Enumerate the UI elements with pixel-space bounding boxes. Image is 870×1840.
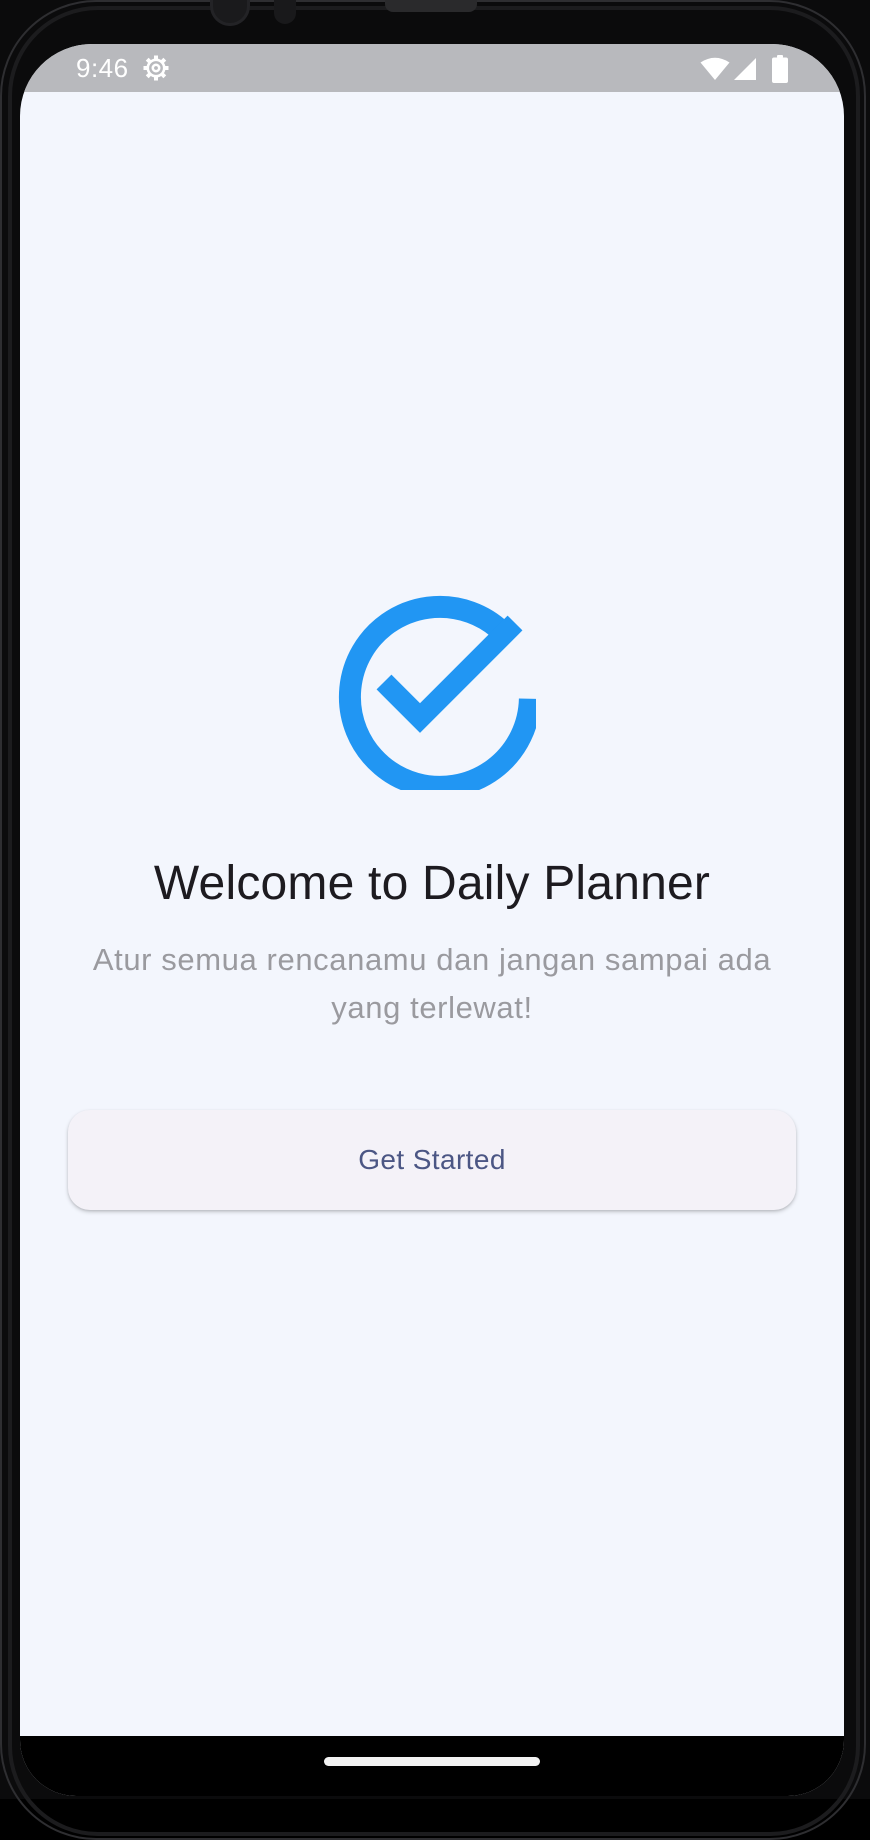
welcome-subtitle: Atur semua rencanamu dan jangan sampai a…	[92, 942, 772, 1025]
signal-icon	[734, 58, 756, 80]
front-camera	[210, 0, 250, 26]
earpiece-speaker	[385, 0, 477, 12]
status-time: 9:46	[76, 53, 129, 83]
home-indicator[interactable]	[324, 1757, 540, 1766]
check-circle-icon	[338, 595, 536, 790]
status-bar: 9:46	[20, 44, 844, 92]
battery-icon	[772, 55, 788, 83]
gear-icon	[143, 55, 169, 81]
system-navigation-bar	[20, 1736, 844, 1796]
welcome-title: Welcome to Daily Planner	[153, 857, 711, 910]
get-started-button[interactable]: Get Started	[68, 1110, 796, 1210]
app-screen: 9:46 Welcome to Daily Planner Atur semua…	[20, 44, 844, 1796]
wifi-icon	[700, 57, 730, 80]
phone-frame: 9:46 Welcome to Daily Planner Atur semua…	[0, 0, 870, 1840]
proximity-sensor	[274, 0, 296, 24]
